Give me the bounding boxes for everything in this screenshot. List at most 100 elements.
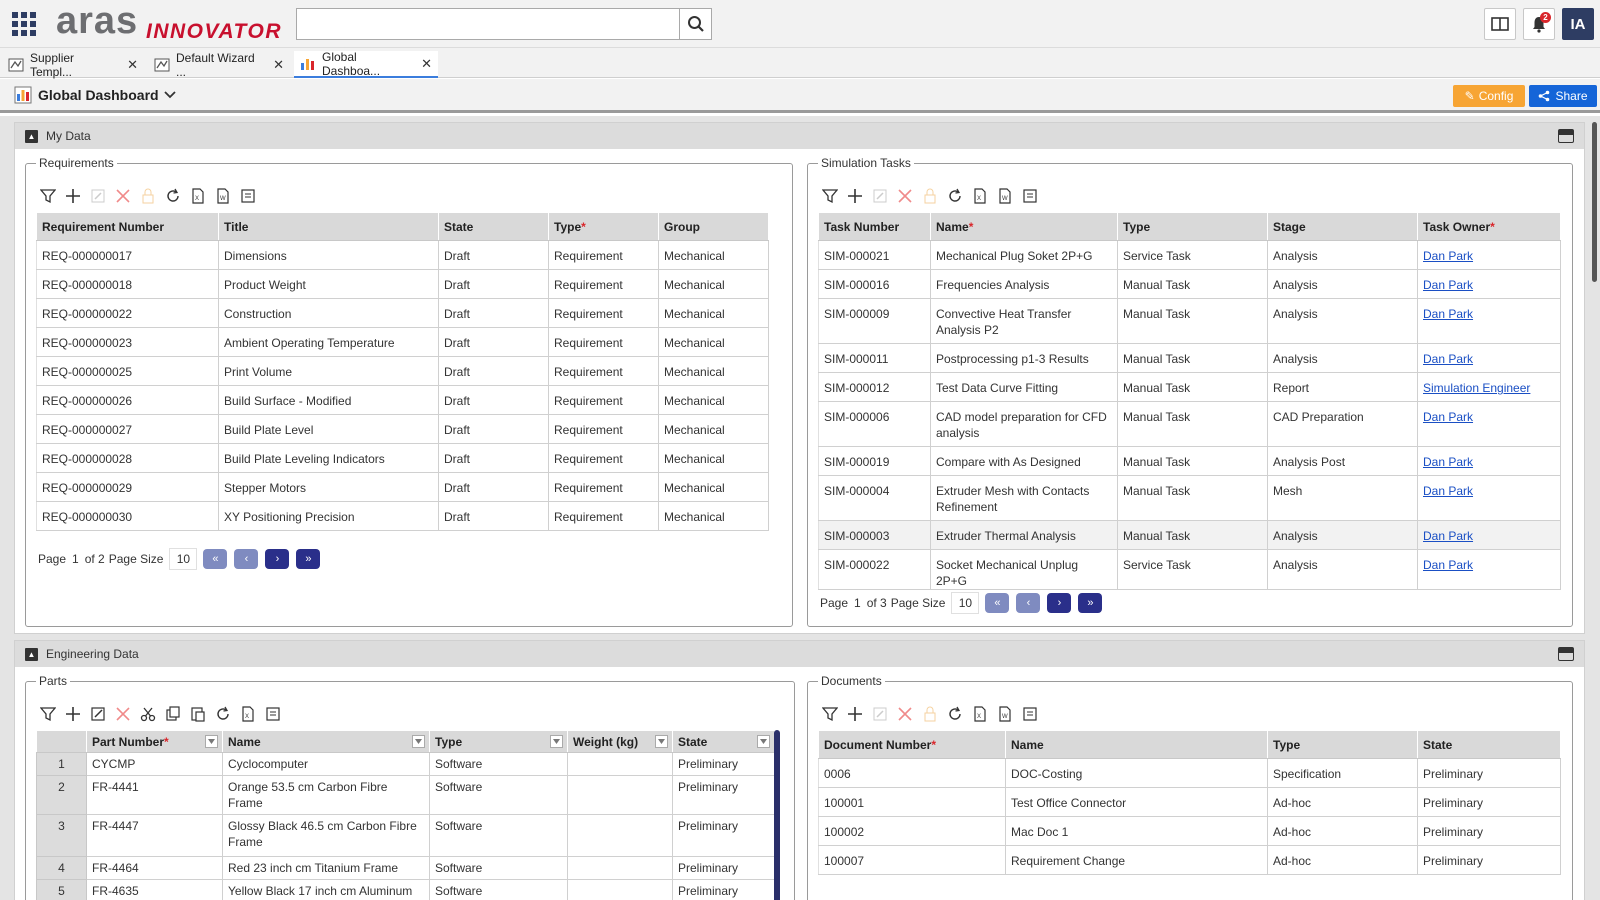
column-header[interactable]: Part Number* bbox=[86, 730, 223, 753]
refresh-icon[interactable] bbox=[161, 184, 185, 208]
table-row[interactable]: 100002 Mac Doc 1 Ad-hoc Preliminary bbox=[818, 816, 1561, 846]
owner-link[interactable]: Dan Park bbox=[1423, 410, 1473, 424]
owner-link[interactable]: Dan Park bbox=[1423, 307, 1473, 321]
table-row[interactable]: 3 FR-4447 Glossy Black 46.5 cm Carbon Fibr… bbox=[36, 814, 775, 857]
page-size-input[interactable]: 10 bbox=[951, 592, 980, 614]
edit-icon[interactable] bbox=[86, 184, 110, 208]
section-header[interactable]: ▲ Engineering Data bbox=[15, 641, 1584, 667]
first-page-button[interactable]: « bbox=[985, 593, 1010, 613]
table-row[interactable]: SIM-000022 Socket Mechanical Unplug 2P+G S… bbox=[818, 549, 1561, 590]
table-row[interactable]: 1 CYCMP Cyclocomputer Software Preliminary bbox=[36, 752, 775, 776]
owner-link[interactable]: Dan Park bbox=[1423, 278, 1473, 292]
page-size-input[interactable]: 10 bbox=[169, 548, 198, 570]
column-header[interactable]: Type bbox=[1267, 730, 1418, 759]
paste-icon[interactable] bbox=[186, 702, 210, 726]
export-excel-icon[interactable]: X bbox=[186, 184, 210, 208]
column-header[interactable]: Group bbox=[658, 212, 769, 241]
table-row[interactable]: SIM-000003 Extruder Thermal Analysis Manua… bbox=[818, 520, 1561, 550]
close-icon[interactable]: ✕ bbox=[127, 57, 138, 73]
add-icon[interactable] bbox=[61, 184, 85, 208]
last-page-button[interactable]: » bbox=[296, 549, 321, 569]
first-page-button[interactable]: « bbox=[203, 549, 228, 569]
column-filter-icon[interactable] bbox=[655, 735, 668, 748]
table-row[interactable]: SIM-000004 Extruder Mesh with Contacts Re… bbox=[818, 475, 1561, 521]
column-header[interactable]: Task Number bbox=[818, 212, 931, 241]
config-button[interactable]: ✎ Config bbox=[1453, 85, 1525, 107]
column-header[interactable]: Type* bbox=[548, 212, 659, 241]
table-row[interactable]: 2 FR-4441 Orange 53.5 cm Carbon Fibre Fram… bbox=[36, 775, 775, 815]
filter-icon[interactable] bbox=[36, 702, 60, 726]
column-filter-icon[interactable] bbox=[550, 735, 563, 748]
lock-icon[interactable] bbox=[918, 184, 942, 208]
column-header[interactable]: Stage bbox=[1267, 212, 1418, 241]
table-row[interactable]: REQ-000000018 Product Weight Draft Requirem… bbox=[36, 269, 769, 299]
add-icon[interactable] bbox=[843, 184, 867, 208]
table-row[interactable]: 4 FR-4464 Red 23 inch cm Titanium Frame Sof… bbox=[36, 856, 775, 880]
close-icon[interactable]: ✕ bbox=[421, 56, 432, 72]
close-icon[interactable]: ✕ bbox=[273, 57, 284, 73]
column-header[interactable]: Name* bbox=[930, 212, 1118, 241]
add-icon[interactable] bbox=[843, 702, 867, 726]
column-header[interactable]: Type bbox=[1117, 212, 1268, 241]
delete-icon[interactable] bbox=[111, 184, 135, 208]
owner-link[interactable]: Dan Park bbox=[1423, 249, 1473, 263]
table-row[interactable]: SIM-000021 Mechanical Plug Soket 2P+G Serv… bbox=[818, 240, 1561, 270]
table-row[interactable]: REQ-000000027 Build Plate Level Draft Requi… bbox=[36, 414, 769, 444]
table-row[interactable]: 100007 Requirement Change Ad-hoc Preliminar… bbox=[818, 845, 1561, 875]
refresh-icon[interactable] bbox=[211, 702, 235, 726]
next-page-button[interactable]: › bbox=[265, 549, 290, 569]
global-search-input[interactable] bbox=[296, 8, 680, 40]
column-header[interactable]: Document Number* bbox=[818, 730, 1006, 759]
print-icon[interactable] bbox=[1018, 184, 1042, 208]
table-row[interactable]: 100001 Test Office Connector Ad-hoc Prelimi… bbox=[818, 787, 1561, 817]
parts-scrollbar[interactable] bbox=[774, 730, 780, 900]
refresh-icon[interactable] bbox=[943, 702, 967, 726]
owner-link[interactable]: Dan Park bbox=[1423, 352, 1473, 366]
refresh-icon[interactable] bbox=[943, 184, 967, 208]
column-filter-icon[interactable] bbox=[757, 735, 770, 748]
tab-supplier-template[interactable]: Supplier Templ... ✕ bbox=[2, 51, 144, 79]
owner-link[interactable]: Dan Park bbox=[1423, 558, 1473, 572]
print-icon[interactable] bbox=[236, 184, 260, 208]
filter-icon[interactable] bbox=[36, 184, 60, 208]
search-button[interactable] bbox=[680, 8, 712, 40]
export-excel-icon[interactable]: X bbox=[968, 702, 992, 726]
edit-icon[interactable] bbox=[86, 702, 110, 726]
collapse-icon[interactable]: ▲ bbox=[25, 647, 38, 661]
filter-icon[interactable] bbox=[818, 702, 842, 726]
owner-link[interactable]: Dan Park bbox=[1423, 529, 1473, 543]
dashboard-title[interactable]: Global Dashboard bbox=[14, 86, 177, 104]
lock-icon[interactable] bbox=[918, 702, 942, 726]
tab-global-dashboard[interactable]: Global Dashboa... ✕ bbox=[294, 50, 438, 78]
export-word-icon[interactable]: W bbox=[993, 184, 1017, 208]
share-button[interactable]: Share bbox=[1529, 85, 1597, 107]
delete-icon[interactable] bbox=[111, 702, 135, 726]
table-row[interactable]: SIM-000009 Convective Heat Transfer Analy… bbox=[818, 298, 1561, 344]
export-word-icon[interactable]: W bbox=[211, 184, 235, 208]
copy-icon[interactable] bbox=[161, 702, 185, 726]
app-launcher-icon[interactable] bbox=[12, 12, 36, 36]
notifications-button[interactable]: 2 bbox=[1523, 8, 1555, 40]
edit-icon[interactable] bbox=[868, 702, 892, 726]
column-header[interactable]: Type bbox=[429, 730, 568, 753]
next-page-button[interactable]: › bbox=[1047, 593, 1072, 613]
delete-icon[interactable] bbox=[893, 702, 917, 726]
owner-link[interactable]: Simulation Engineer bbox=[1423, 381, 1530, 395]
column-filter-icon[interactable] bbox=[412, 735, 425, 748]
filter-icon[interactable] bbox=[818, 184, 842, 208]
page-scrollbar[interactable] bbox=[1590, 116, 1600, 900]
column-header[interactable] bbox=[36, 730, 87, 753]
print-icon[interactable] bbox=[261, 702, 285, 726]
table-row[interactable]: 0006 DOC-Costing Specification Preliminary bbox=[818, 758, 1561, 788]
column-header[interactable]: Title bbox=[218, 212, 439, 241]
print-icon[interactable] bbox=[1018, 702, 1042, 726]
prev-page-button[interactable]: ‹ bbox=[234, 549, 259, 569]
table-row[interactable]: SIM-000012 Test Data Curve Fitting Manual … bbox=[818, 372, 1561, 402]
column-header[interactable]: State bbox=[672, 730, 775, 753]
owner-link[interactable]: Dan Park bbox=[1423, 455, 1473, 469]
table-row[interactable]: REQ-000000017 Dimensions Draft Requirement M… bbox=[36, 240, 769, 270]
table-row[interactable]: REQ-000000030 XY Positioning Precision Dra… bbox=[36, 501, 769, 531]
column-header[interactable]: State bbox=[1417, 730, 1561, 759]
table-row[interactable]: SIM-000011 Postprocessing p1-3 Results Man… bbox=[818, 343, 1561, 373]
column-header[interactable]: Task Owner* bbox=[1417, 212, 1561, 241]
